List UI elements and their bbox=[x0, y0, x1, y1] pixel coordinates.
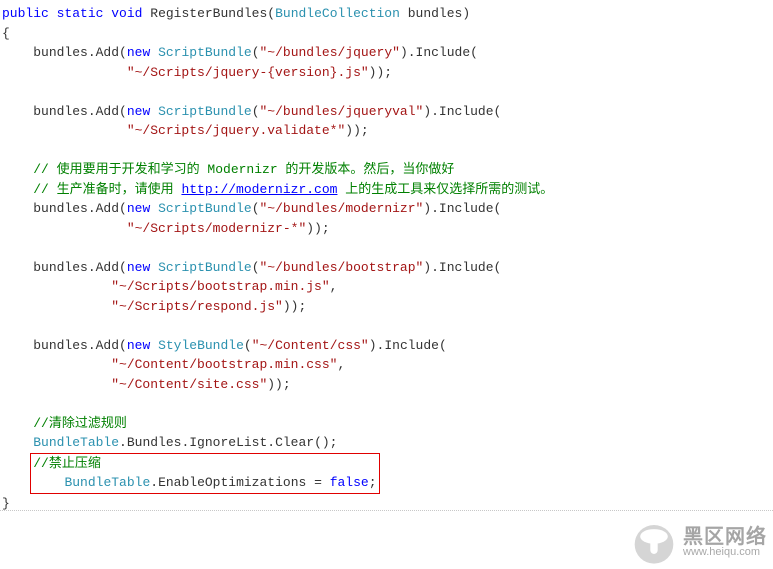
string-literal: "~/Scripts/modernizr-*" bbox=[127, 221, 306, 236]
highlighted-box: //禁止压缩 BundleTable.EnableOptimizations =… bbox=[30, 453, 379, 494]
type-scriptbundle: ScriptBundle bbox=[158, 104, 252, 119]
sig-tail: bundles) bbox=[400, 6, 470, 21]
divider-line bbox=[0, 510, 773, 511]
keyword-new: new bbox=[127, 45, 150, 60]
keyword-false: false bbox=[330, 475, 369, 490]
string-literal: "~/bundles/bootstrap" bbox=[260, 260, 424, 275]
mushroom-icon bbox=[631, 519, 677, 565]
keyword-new: new bbox=[127, 201, 150, 216]
brace-open: { bbox=[2, 26, 10, 41]
string-literal: "~/Content/css" bbox=[252, 338, 369, 353]
method-name: RegisterBundles( bbox=[142, 6, 275, 21]
string-literal: "~/Scripts/jquery.validate*" bbox=[127, 123, 345, 138]
keyword-new: new bbox=[127, 338, 150, 353]
link-modernizr[interactable]: http://modernizr.com bbox=[181, 182, 337, 197]
comment-line: // 使用要用于开发和学习的 Modernizr 的开发版本。然后，当你做好 bbox=[33, 162, 454, 177]
keyword-public: public bbox=[2, 6, 49, 21]
watermark-url: www.heiqu.com bbox=[683, 547, 767, 558]
code-block: public static void RegisterBundles(Bundl… bbox=[0, 0, 773, 517]
string-literal: "~/bundles/jqueryval" bbox=[260, 104, 424, 119]
keyword-new: new bbox=[127, 260, 150, 275]
string-literal: "~/Scripts/bootstrap.min.js" bbox=[111, 279, 329, 294]
comment-line: // 生产准备时，请使用 http://modernizr.com 上的生成工具… bbox=[33, 182, 553, 197]
brace-close: } bbox=[2, 496, 10, 511]
type-scriptbundle: ScriptBundle bbox=[158, 201, 252, 216]
string-literal: "~/Scripts/respond.js" bbox=[111, 299, 283, 314]
type-bundletable: BundleTable bbox=[64, 475, 150, 490]
string-literal: "~/bundles/modernizr" bbox=[260, 201, 424, 216]
type-bundlecollection: BundleCollection bbox=[275, 6, 400, 21]
type-scriptbundle: ScriptBundle bbox=[158, 45, 252, 60]
string-literal: "~/Scripts/jquery-{version}.js" bbox=[127, 65, 369, 80]
string-literal: "~/bundles/jquery" bbox=[260, 45, 400, 60]
type-stylebundle: StyleBundle bbox=[158, 338, 244, 353]
keyword-new: new bbox=[127, 104, 150, 119]
watermark-title: 黑区网络 bbox=[683, 527, 767, 547]
type-scriptbundle: ScriptBundle bbox=[158, 260, 252, 275]
string-literal: "~/Content/bootstrap.min.css" bbox=[111, 357, 337, 372]
keyword-void: void bbox=[111, 6, 142, 21]
watermark: 黑区网络 www.heiqu.com bbox=[631, 519, 767, 565]
string-literal: "~/Content/site.css" bbox=[111, 377, 267, 392]
keyword-static: static bbox=[57, 6, 104, 21]
comment-line: //禁止压缩 bbox=[33, 456, 101, 471]
comment-line: //清除过滤规则 bbox=[33, 416, 127, 431]
type-bundletable: BundleTable bbox=[33, 435, 119, 450]
